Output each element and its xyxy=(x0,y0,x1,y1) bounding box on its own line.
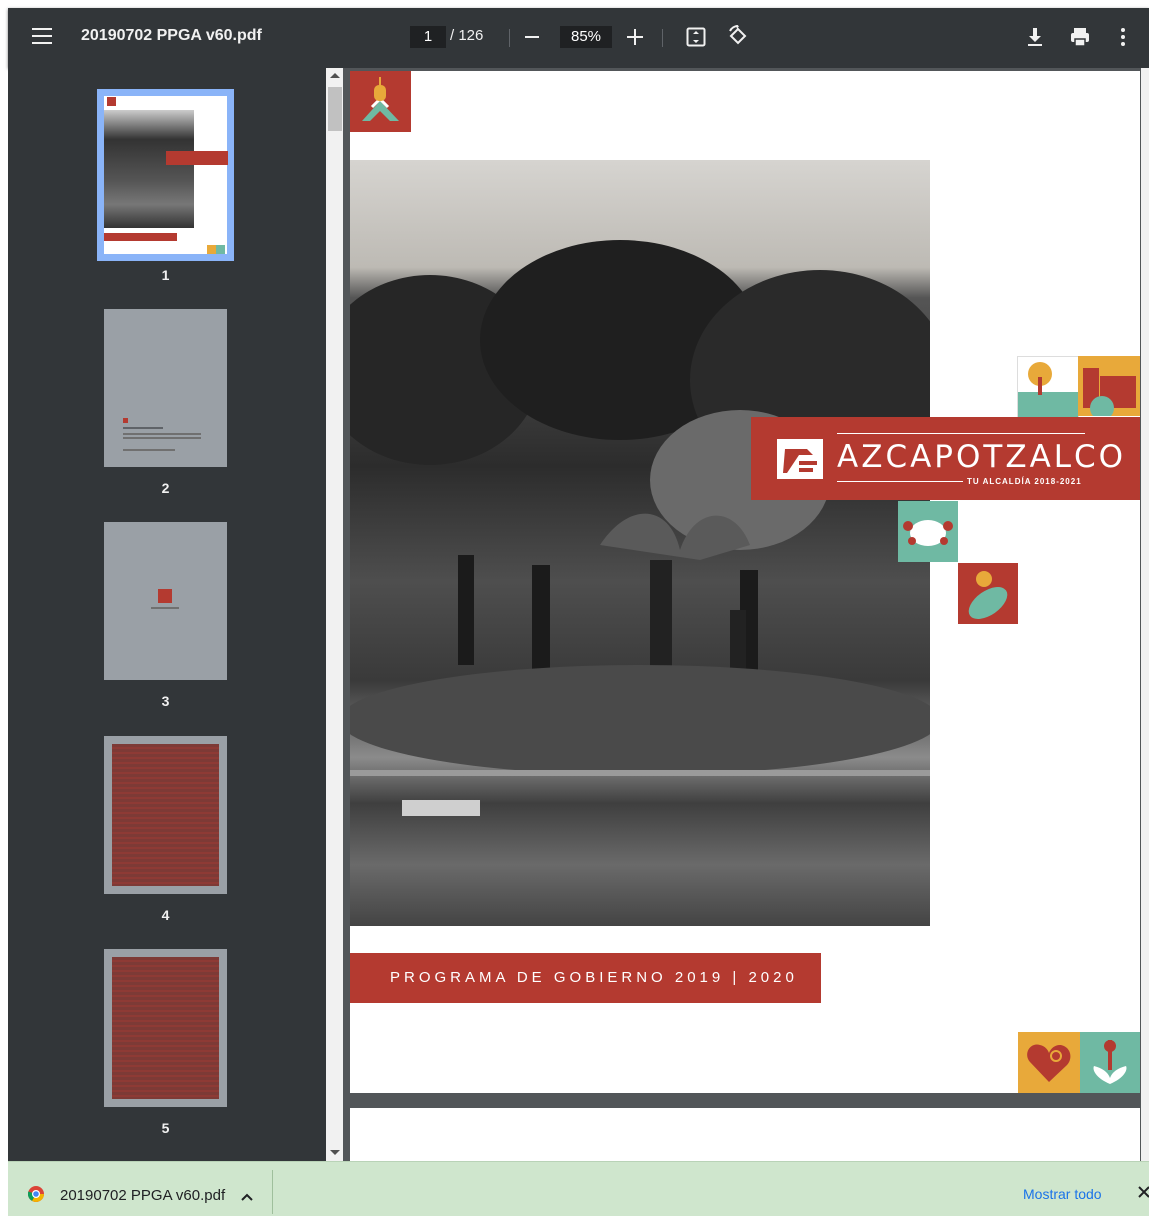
thumbnail-number: 3 xyxy=(161,693,170,709)
scroll-down-arrow-icon[interactable] xyxy=(330,1150,340,1155)
zoom-out-button[interactable] xyxy=(525,36,539,38)
print-icon[interactable] xyxy=(1069,26,1091,48)
corner-logo-icon xyxy=(350,71,411,132)
chrome-icon xyxy=(27,1186,44,1202)
download-file-name[interactable]: 20190702 PPGA v60.pdf xyxy=(60,1187,225,1204)
brand-banner: AZCAPOTZALCO TU ALCALDÍA 2018-2021 xyxy=(751,417,1140,500)
brand-logo-icon xyxy=(777,439,823,479)
cover-photo xyxy=(350,160,930,926)
show-all-link[interactable]: Mostrar todo xyxy=(1023,1186,1102,1202)
sidebar-scrollbar[interactable] xyxy=(326,68,343,1161)
thumbnail-number: 1 xyxy=(161,267,170,283)
pdf-toolbar: 20190702 PPGA v60.pdf 1 / 126 85% xyxy=(8,8,1149,68)
thumbnail-image xyxy=(104,736,227,894)
viewer-scrollbar[interactable] xyxy=(1141,68,1149,1161)
thumbnail-image xyxy=(104,949,227,1107)
thumbnail-image xyxy=(104,522,227,680)
plant-icon xyxy=(1080,1032,1140,1093)
program-title-banner: PROGRAMA DE GOBIERNO 2019 | 2020 xyxy=(350,953,821,1003)
sidebar-scrollbar-thumb[interactable] xyxy=(328,87,342,131)
heart-icon xyxy=(1018,1032,1080,1093)
thumbnail-sidebar: 1 2 3 4 5 xyxy=(8,68,326,1161)
factory-icon xyxy=(1078,356,1140,420)
chevron-up-icon[interactable] xyxy=(240,1189,254,1201)
close-icon[interactable] xyxy=(1136,1184,1149,1200)
rotate-icon[interactable] xyxy=(727,25,749,47)
document-title: 20190702 PPGA v60.pdf xyxy=(81,27,262,44)
page-number-input[interactable]: 1 xyxy=(410,26,446,48)
axolotl-icon xyxy=(898,501,958,562)
download-bar: 20190702 PPGA v60.pdf Mostrar todo xyxy=(8,1161,1149,1216)
zoom-in-button[interactable] xyxy=(627,29,643,45)
toolbar-divider xyxy=(509,29,510,47)
toolbar-divider xyxy=(662,29,663,47)
pdf-viewer[interactable]: AZCAPOTZALCO TU ALCALDÍA 2018-2021 PROGR… xyxy=(343,68,1149,1161)
brand-name: AZCAPOTZALCO xyxy=(837,439,1127,475)
tree-water-icon xyxy=(1017,356,1079,418)
zoom-input[interactable]: 85% xyxy=(560,26,612,48)
fit-to-page-icon[interactable] xyxy=(686,27,706,47)
thumbnail-number: 4 xyxy=(161,907,170,923)
pdf-page-1: AZCAPOTZALCO TU ALCALDÍA 2018-2021 PROGR… xyxy=(350,71,1140,1093)
more-options-icon[interactable] xyxy=(1119,26,1127,48)
thumbnail-image xyxy=(104,309,227,467)
thumbnail-number: 5 xyxy=(161,1120,170,1136)
brand-tagline: TU ALCALDÍA 2018-2021 xyxy=(967,477,1082,486)
scroll-up-arrow-icon[interactable] xyxy=(330,73,340,78)
flower-leaf-icon xyxy=(958,563,1018,624)
thumbnail-number: 2 xyxy=(161,480,170,496)
menu-icon[interactable] xyxy=(32,28,52,44)
download-icon[interactable] xyxy=(1025,26,1045,48)
pdf-page-2 xyxy=(350,1108,1140,1161)
download-divider xyxy=(272,1170,273,1214)
thumbnail-image xyxy=(104,96,228,254)
page-total: / 126 xyxy=(450,27,484,44)
